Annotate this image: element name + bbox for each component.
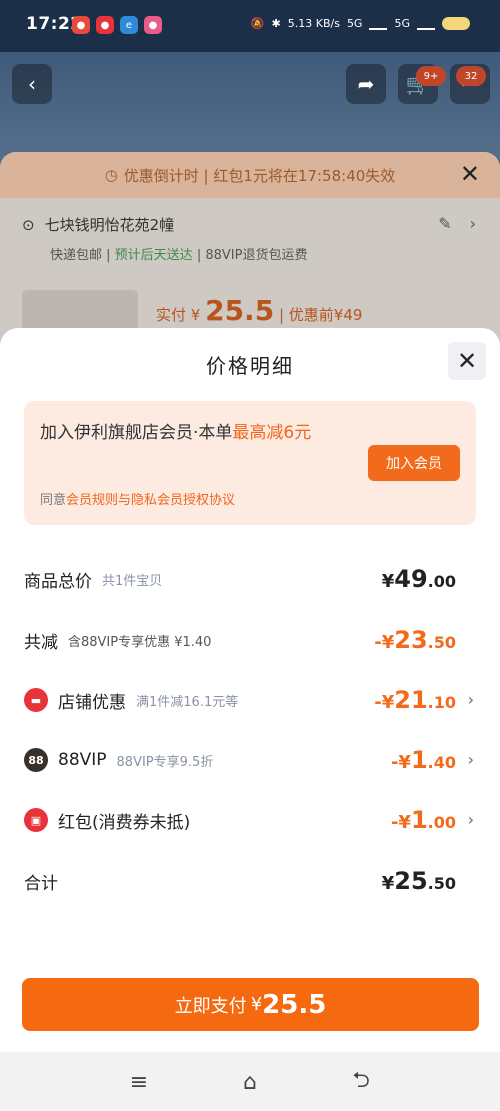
net1-label: 5G <box>346 16 363 30</box>
app-notification-icon: ● <box>96 16 114 34</box>
share-button[interactable]: ➦ <box>346 64 386 104</box>
net-speed: 5.13 KB/s <box>287 16 340 30</box>
bluetooth-icon: ✱ <box>271 16 281 30</box>
net2-label: 5G <box>394 16 410 30</box>
cart-badge: 9+ <box>416 66 446 86</box>
member-text-highlight: 最高减6元 <box>232 423 312 443</box>
row-sub: 88VIP专享9.5折 <box>116 754 214 770</box>
close-button[interactable]: ✕ <box>448 342 486 380</box>
join-member-button[interactable]: 加入会员 <box>368 445 460 481</box>
shipping-free: 快递包邮 <box>50 248 103 263</box>
row-88vip[interactable]: 88 88VIP 88VIP专享9.5折 -¥1.40 › <box>24 742 476 778</box>
shipping-eta: 预计后天送达 <box>114 248 193 263</box>
member-agreement: 同意会员规则与隐私会员授权协议 <box>40 489 235 508</box>
shipping-row: 快递包邮 | 预计后天送达 | 88VIP退货包运费 <box>50 248 308 263</box>
88vip-icon: 88 <box>24 748 48 772</box>
pay-amount: 25.5 <box>262 989 327 1020</box>
status-indicators: 🔕 ✱ 5.13 KB/s 5G 5G <box>251 16 470 30</box>
signal-icon <box>369 16 388 30</box>
app-pink-icon: ● <box>144 16 162 34</box>
menu-icon[interactable]: ≡ <box>123 1066 155 1098</box>
row-label: 共减 <box>24 632 58 653</box>
mute-icon: 🔕 <box>250 16 265 30</box>
edit-icon[interactable]: ✎ <box>438 214 451 233</box>
order-card: ◷ 优惠倒计时 | 红包1元将在17:58:40失效 ✕ ⊙ 七块钱明怡花苑2幢… <box>0 152 500 352</box>
row-label: 商品总价 <box>24 571 92 592</box>
row-total-price: 商品总价 共1件宝贝 ¥49.00 <box>24 561 476 597</box>
weibo-icon: ● <box>72 16 90 34</box>
address-actions: ✎ › <box>438 214 476 233</box>
chevron-right-icon[interactable]: › <box>470 214 476 233</box>
row-amount: ¥25.50 <box>381 867 456 895</box>
row-amount: -¥1.00 <box>390 806 456 834</box>
row-sub: 含88VIP专享优惠 ¥1.40 <box>68 634 212 650</box>
shipping-vip: 88VIP退货包运费 <box>205 248 308 263</box>
row-label: 88VIP <box>58 750 107 770</box>
back-nav-icon[interactable]: ⮌ <box>345 1066 377 1098</box>
row-total-discount: 共减 含88VIP专享优惠 ¥1.40 -¥23.50 <box>24 622 476 658</box>
chevron-right-icon: › <box>467 810 474 829</box>
address-row[interactable]: ⊙ 七块钱明怡花苑2幢 <box>22 214 174 235</box>
chevron-right-icon: › <box>467 690 474 709</box>
member-promo-text: 加入伊利旗舰店会员·本单最高减6元 <box>40 417 350 449</box>
row-amount: -¥1.40 <box>390 746 456 774</box>
row-amount: -¥23.50 <box>374 626 456 654</box>
pay-currency: ¥ <box>250 994 263 1015</box>
signal-icon-2 <box>417 16 435 30</box>
row-sub: 共1件宝贝 <box>102 573 163 589</box>
row-red-packet[interactable]: ▣ 红包(消费券未抵) -¥1.00 › <box>24 802 476 838</box>
close-icon: ✕ <box>456 347 478 375</box>
pay-label: 立即支付 <box>174 995 247 1017</box>
countdown-text: 优惠倒计时 | 红包1元将在17:58:40失效 <box>123 166 396 185</box>
red-packet-icon: ▣ <box>24 808 48 832</box>
status-app-icons: ● ● e ● <box>72 16 162 34</box>
member-text-prefix: 加入伊利旗舰店会员·本单 <box>40 423 233 443</box>
row-amount: -¥21.10 <box>374 686 456 714</box>
app-e-icon: e <box>120 16 138 34</box>
row-store-discount[interactable]: ▬ 店铺优惠 满1件减16.1元等 -¥21.10 › <box>24 682 476 718</box>
battery-icon <box>442 16 470 30</box>
system-nav-bar: ≡ ⌂ ⮌ <box>0 1052 500 1111</box>
home-icon[interactable]: ⌂ <box>234 1066 266 1098</box>
sheet-title: 价格明细 <box>206 354 294 378</box>
row-sub: 满1件减16.1元等 <box>136 694 239 710</box>
location-icon: ⊙ <box>22 215 35 234</box>
paid-amount: 25.5 <box>205 294 275 327</box>
row-grand-total: 合计 ¥25.50 <box>24 863 476 899</box>
paid-prefix: 实付 ¥ <box>156 306 201 324</box>
member-promo-box: 加入伊利旗舰店会员·本单最高减6元 加入会员 同意会员规则与隐私会员授权协议 <box>24 401 476 525</box>
status-bar: 17:22 ● ● e ● 🔕 ✱ 5.13 KB/s 5G 5G <box>0 0 500 52</box>
chevron-right-icon: › <box>467 750 474 769</box>
address-text: 七块钱明怡花苑2幢 <box>44 216 175 234</box>
price-detail-sheet: 价格明细 ✕ 加入伊利旗舰店会员·本单最高减6元 加入会员 同意会员规则与隐私会… <box>0 328 500 1052</box>
countdown-close-icon[interactable]: ✕ <box>460 160 480 188</box>
countdown-bar: ◷ 优惠倒计时 | 红包1元将在17:58:40失效 <box>0 152 500 198</box>
row-label: 店铺优惠 <box>58 692 126 713</box>
row-label: 红包(消费券未抵) <box>58 812 191 833</box>
paid-before: | 优惠前¥49 <box>278 306 363 324</box>
back-button[interactable]: ‹ <box>12 64 52 104</box>
row-label: 合计 <box>24 873 58 894</box>
paid-row: 实付 ¥ 25.5 | 优惠前¥49 <box>156 294 362 327</box>
agreement-link[interactable]: 会员规则与隐私会员授权协议 <box>66 493 235 508</box>
clock-icon: ◷ <box>104 166 118 184</box>
store-icon: ▬ <box>24 688 48 712</box>
agree-prefix: 同意 <box>40 493 67 508</box>
pay-now-button[interactable]: 立即支付 ¥ 25.5 <box>22 978 479 1031</box>
more-badge: 32 <box>456 66 486 86</box>
row-amount: ¥49.00 <box>381 565 456 593</box>
